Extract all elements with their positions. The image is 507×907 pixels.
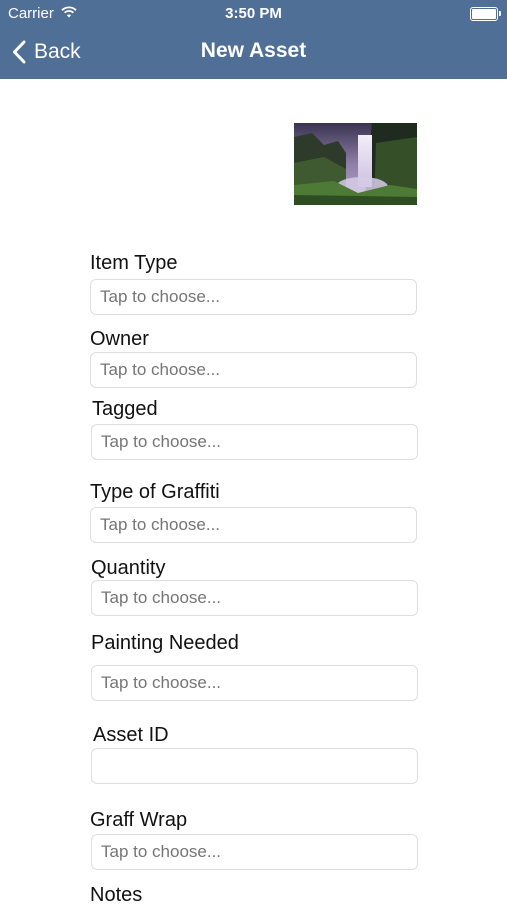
field-label-item-type: Item Type bbox=[90, 252, 178, 274]
painting-needed-picker[interactable] bbox=[91, 665, 418, 701]
page-title: New Asset bbox=[200, 39, 307, 62]
field-label-notes: Notes bbox=[90, 884, 143, 906]
field-label-owner: Owner bbox=[90, 328, 149, 350]
field-label-type-of-graffiti: Type of Graffiti bbox=[90, 481, 220, 503]
tagged-picker[interactable] bbox=[91, 424, 418, 460]
asset-id-field[interactable] bbox=[91, 748, 418, 784]
field-label-asset-id: Asset ID bbox=[93, 724, 169, 746]
quantity-picker[interactable] bbox=[91, 580, 418, 616]
status-bar: Carrier 3:50 PM bbox=[0, 0, 507, 28]
field-label-graff-wrap: Graff Wrap bbox=[90, 809, 188, 831]
status-time: 3:50 PM bbox=[225, 5, 282, 22]
field-label-quantity: Quantity bbox=[91, 557, 166, 579]
graff-wrap-picker[interactable] bbox=[91, 834, 418, 870]
battery-icon bbox=[470, 7, 501, 21]
asset-photo-thumbnail[interactable] bbox=[294, 123, 417, 205]
field-label-tagged: Tagged bbox=[92, 398, 158, 420]
graffiti-type-picker[interactable] bbox=[90, 507, 417, 543]
navigation-header: Carrier 3:50 PM Back New Asset bbox=[0, 0, 507, 79]
item-type-picker[interactable] bbox=[90, 279, 417, 315]
field-label-painting-needed: Painting Needed bbox=[91, 632, 239, 654]
owner-picker[interactable] bbox=[90, 352, 417, 388]
